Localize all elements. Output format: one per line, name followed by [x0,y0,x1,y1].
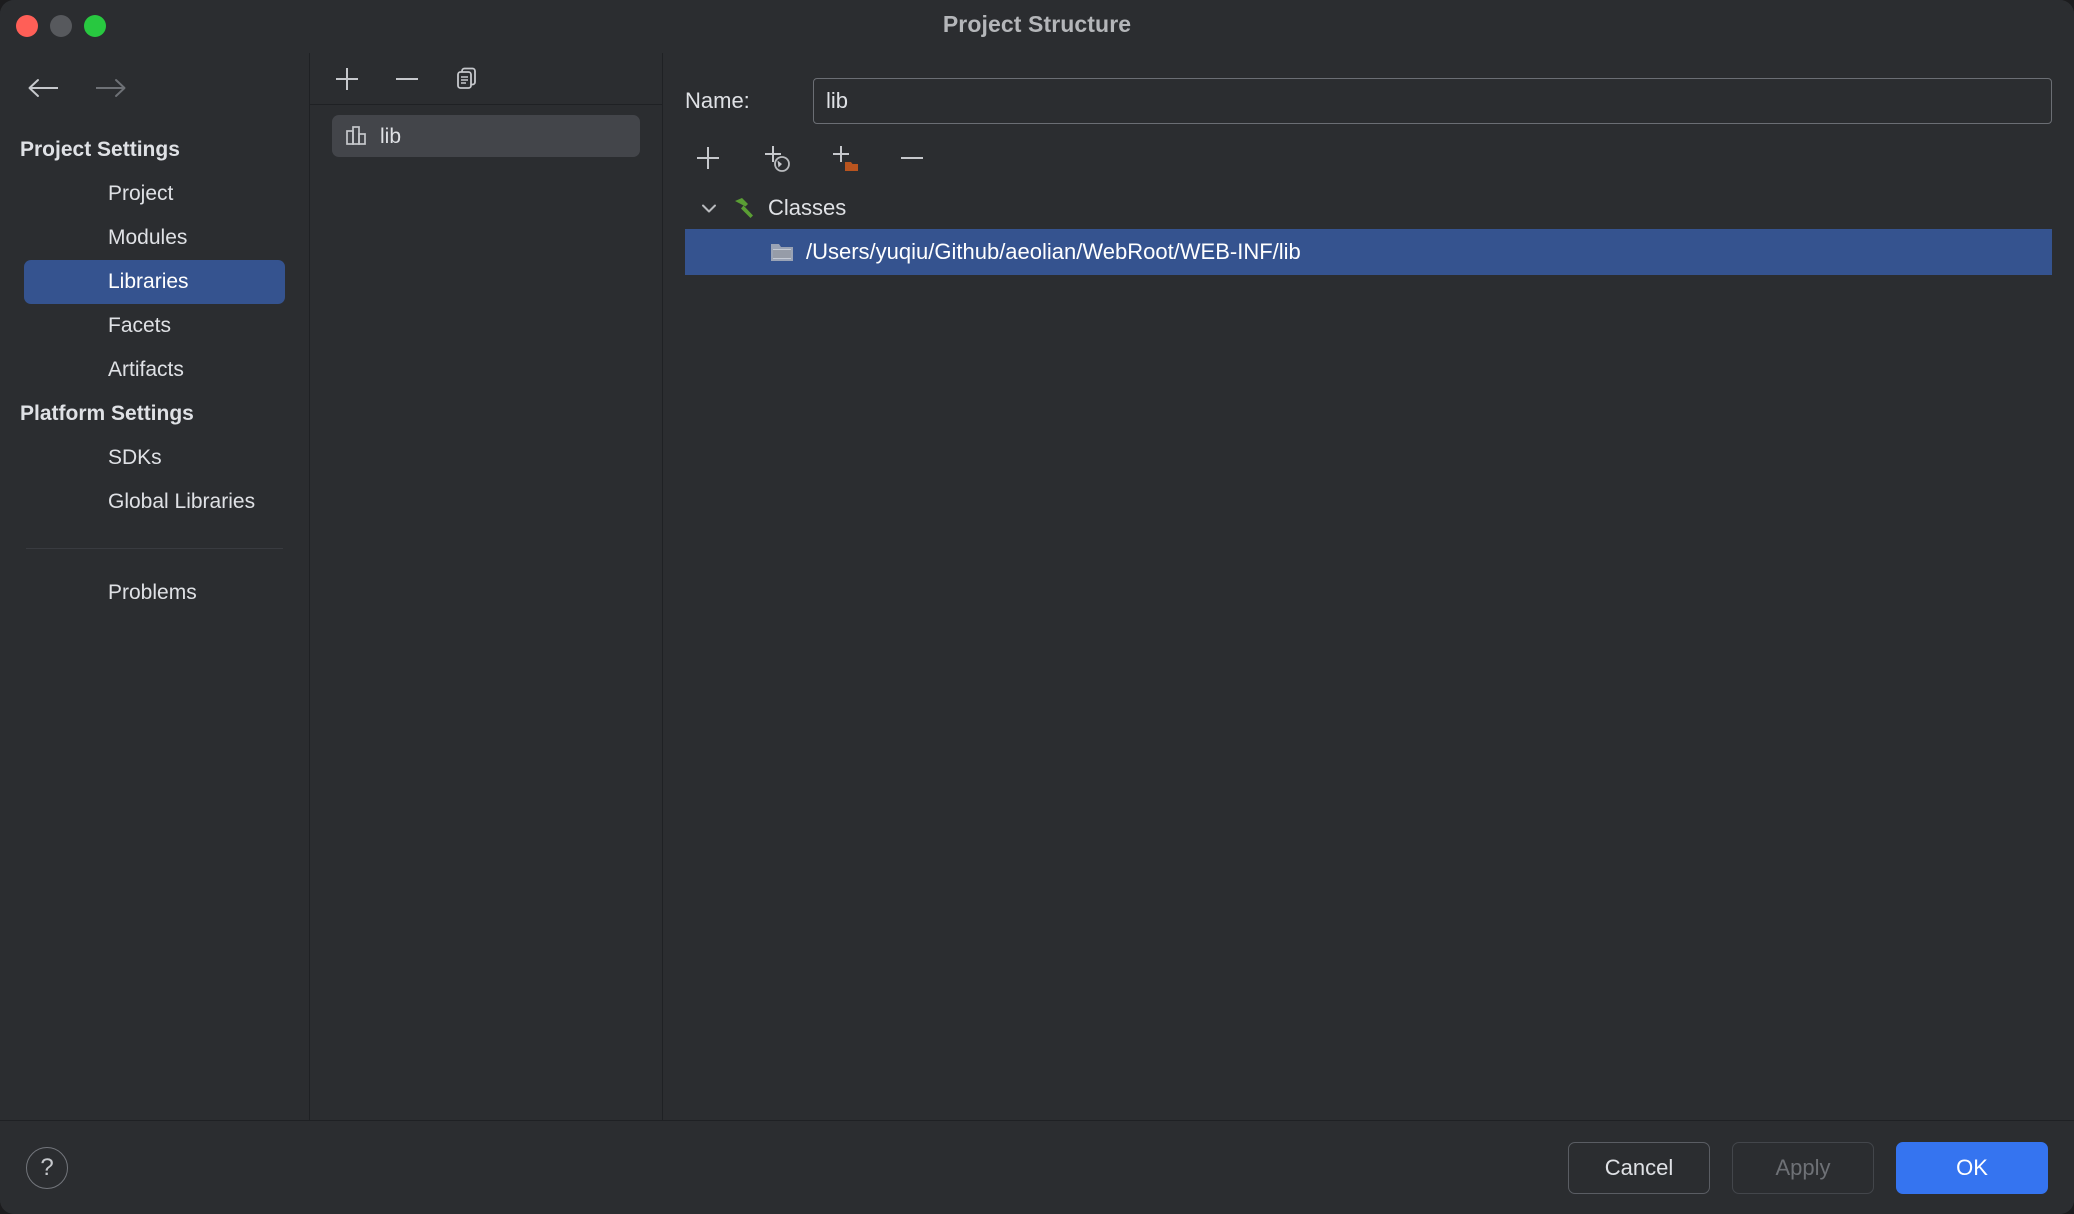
copy-icon [457,67,476,89]
cancel-button[interactable]: Cancel [1568,1141,1710,1194]
dialog-footer: ? Cancel Apply OK [0,1120,2074,1214]
hammer-icon [735,198,753,218]
add-library-button[interactable] [328,60,366,98]
list-item-library-lib[interactable]: lib [332,115,640,157]
attach-directory-button[interactable] [823,137,865,179]
library-icon [346,126,366,145]
remove-root-button[interactable] [891,137,933,179]
list-item-label: lib [380,124,402,148]
folder-archive-icon [771,244,793,261]
copy-library-button[interactable] [448,60,486,98]
tree-item-label: /Users/yuqiu/Github/aeolian/WebRoot/WEB-… [806,239,1301,264]
plus-circle-icon [765,146,790,172]
sidebar-item-artifacts[interactable]: Artifacts [24,348,285,392]
add-root-button[interactable] [687,137,729,179]
plus-folder-icon [833,146,858,171]
settings-nav-list: Project Settings Project Modules Librari… [0,105,309,615]
sidebar-item-project[interactable]: Project [24,172,285,216]
help-button[interactable]: ? [26,1146,68,1189]
tree-node-classes[interactable]: Classes [685,187,2052,229]
library-roots-toolbar [663,129,2074,187]
sidebar-item-global-libraries[interactable]: Global Libraries [24,480,285,524]
title-bar: Project Structure [0,0,2074,53]
libraries-toolbar [310,53,662,105]
plus-icon [336,67,358,90]
name-field-label: Name: [685,88,750,113]
remove-library-button[interactable] [388,60,426,98]
window-body: Project Settings Project Modules Librari… [0,53,2074,1120]
nav-group-project-settings: Project Settings [20,138,180,161]
tree-node-label: Classes [768,195,847,220]
forward-button[interactable] [92,73,128,103]
attach-classes-button[interactable] [755,137,797,179]
sidebar-item-problems[interactable]: Problems [24,571,285,615]
minus-icon [396,77,418,80]
libraries-list-panel: lib [310,53,663,1120]
arrow-right-icon [96,78,126,97]
ok-button[interactable]: OK [1896,1141,2048,1194]
apply-button: Apply [1732,1141,1874,1194]
library-name-input[interactable] [813,78,2052,124]
settings-sidebar: Project Settings Project Modules Librari… [0,53,310,1120]
sidebar-item-modules[interactable]: Modules [24,216,285,260]
sidebar-divider [26,548,283,549]
arrow-left-icon [28,78,58,97]
plus-icon [697,147,719,169]
libraries-list: lib [310,105,662,157]
library-detail-panel: Name: lib Classes /Users/yuqiu/Github/ae… [663,53,2074,1120]
nav-group-platform-settings: Platform Settings [20,402,194,425]
library-name-row: Name: [663,53,2074,129]
sidebar-item-libraries[interactable]: Libraries [24,260,285,304]
minus-icon [901,157,923,159]
tree-item-classes-root[interactable]: /Users/yuqiu/Github/aeolian/WebRoot/WEB-… [685,229,2052,275]
navigation-arrows [0,53,309,105]
window-title: Project Structure [942,11,1132,37]
sidebar-item-facets[interactable]: Facets [24,304,285,348]
back-button[interactable] [26,73,62,103]
chevron-down-icon[interactable] [698,198,720,218]
project-structure-window: Project Structure Project Settings Proje… [0,0,2074,1214]
library-roots-tree: Classes /Users/yuqiu/Github/aeolian/WebR… [663,187,2074,1120]
sidebar-item-sdks[interactable]: SDKs [24,436,285,480]
